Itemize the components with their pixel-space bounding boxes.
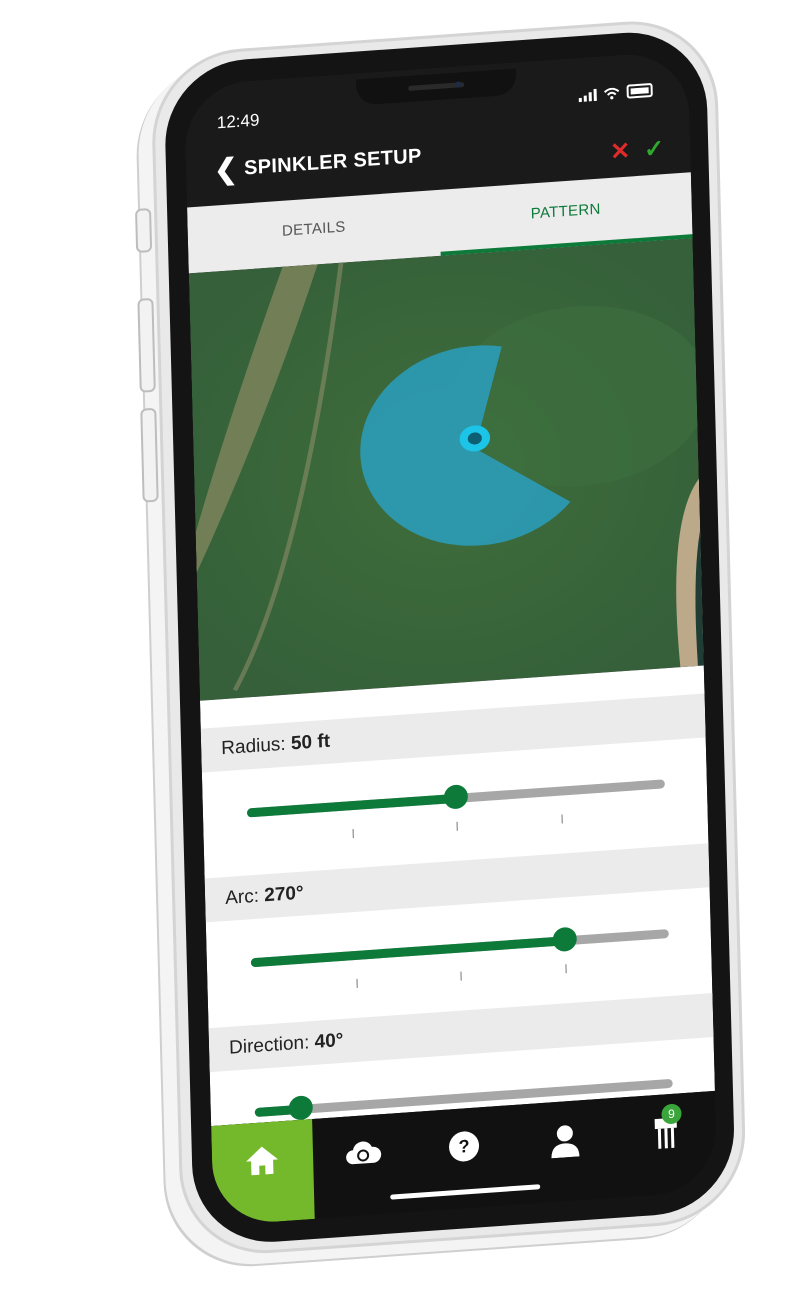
radius-slider-thumb[interactable]	[443, 784, 469, 810]
wifi-icon	[603, 87, 620, 100]
check-icon[interactable]: ✓	[644, 134, 665, 164]
svg-text:?: ?	[458, 1136, 470, 1157]
notch	[355, 68, 517, 106]
radius-value: 50 ft	[290, 730, 331, 755]
direction-label-row: Direction: 40°	[208, 993, 714, 1073]
device-stage: 12:49 ❮ SPINKLER SETUP ✕ ✓ DETAILS PATTE…	[0, 0, 800, 1313]
nav-sensors[interactable]: 9	[614, 1091, 717, 1198]
arc-slider-thumb[interactable]	[551, 926, 577, 953]
user-icon	[551, 1125, 580, 1159]
arc-label: Arc:	[224, 885, 260, 910]
nav-home[interactable]	[211, 1119, 315, 1226]
direction-slider-thumb[interactable]	[288, 1095, 314, 1121]
home-icon	[246, 1146, 279, 1176]
chevron-left-icon[interactable]: ❮	[214, 152, 238, 187]
phone-frame: 12:49 ❮ SPINKLER SETUP ✕ ✓ DETAILS PATTE…	[135, 15, 748, 1260]
close-icon[interactable]: ✕	[610, 137, 631, 167]
radius-label: Radius:	[220, 733, 286, 760]
battery-icon	[626, 82, 653, 99]
arc-slider[interactable]	[250, 913, 669, 988]
volume-up-button	[137, 297, 156, 393]
status-icons	[578, 82, 653, 103]
page-title: SPINKLER SETUP	[243, 145, 422, 180]
phone-body: 12:49 ❮ SPINKLER SETUP ✕ ✓ DETAILS PATTE…	[163, 27, 737, 1248]
status-time: 12:49	[216, 110, 260, 133]
arc-value: 270°	[263, 882, 304, 907]
arc-label-row: Arc: 270°	[204, 843, 710, 923]
cloud-sync-icon	[346, 1141, 382, 1165]
phone-screen: 12:49 ❮ SPINKLER SETUP ✕ ✓ DETAILS PATTE…	[183, 50, 718, 1226]
signal-icon	[578, 88, 597, 103]
nav-cloud-sync[interactable]	[312, 1112, 415, 1219]
satellite-map[interactable]	[188, 238, 704, 701]
direction-value: 40°	[314, 1029, 344, 1053]
help-icon: ?	[449, 1131, 480, 1162]
radius-label-row: Radius: 50 ft	[200, 693, 706, 773]
pattern-controls: Radius: 50 ft Arc: 270° Direction: 40°	[199, 665, 715, 1127]
radius-slider[interactable]	[246, 763, 665, 839]
direction-label: Direction:	[228, 1032, 310, 1059]
volume-down-button	[140, 407, 159, 503]
mute-switch	[135, 207, 153, 254]
notification-badge: 9	[661, 1103, 682, 1125]
